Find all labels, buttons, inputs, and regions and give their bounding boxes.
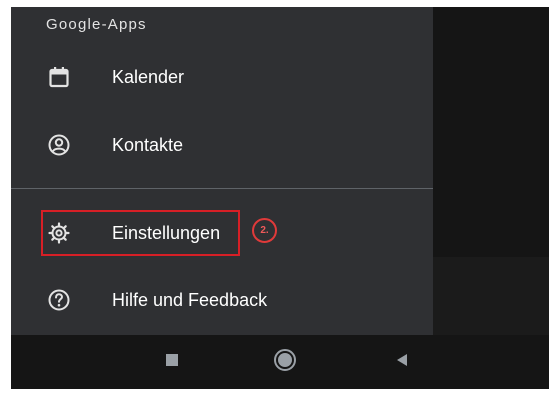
- step-badge: 2.: [252, 218, 277, 243]
- back-button[interactable]: [389, 349, 415, 375]
- app-screen: Google-Apps Kalender Kontakte Einstellun…: [11, 7, 549, 389]
- drawer-item-label: Kalender: [112, 67, 185, 87]
- square-icon: [166, 353, 178, 371]
- help-icon: [47, 288, 71, 312]
- home-circle-icon: [273, 348, 297, 377]
- drawer-item-label: Kontakte: [112, 135, 184, 155]
- scrim-overlay[interactable]: [433, 7, 549, 257]
- drawer-item-label: Hilfe und Feedback: [112, 290, 268, 310]
- drawer-item-contacts[interactable]: Kontakte: [11, 121, 433, 169]
- calendar-icon: [47, 65, 71, 89]
- highlight-box: [41, 210, 240, 256]
- navigation-drawer: Google-Apps Kalender Kontakte Einstellun…: [11, 7, 433, 335]
- system-navigation-bar: [11, 335, 549, 389]
- contacts-icon: [47, 133, 71, 157]
- back-triangle-icon: [395, 353, 409, 372]
- home-button[interactable]: [272, 348, 298, 377]
- divider: [11, 188, 433, 189]
- scrim-overlay-lower[interactable]: [433, 257, 549, 335]
- recent-apps-button[interactable]: [159, 349, 185, 375]
- section-header-google-apps: Google-Apps: [46, 16, 147, 33]
- drawer-item-calendar[interactable]: Kalender: [11, 53, 433, 101]
- drawer-item-help-feedback[interactable]: Hilfe und Feedback: [11, 276, 433, 324]
